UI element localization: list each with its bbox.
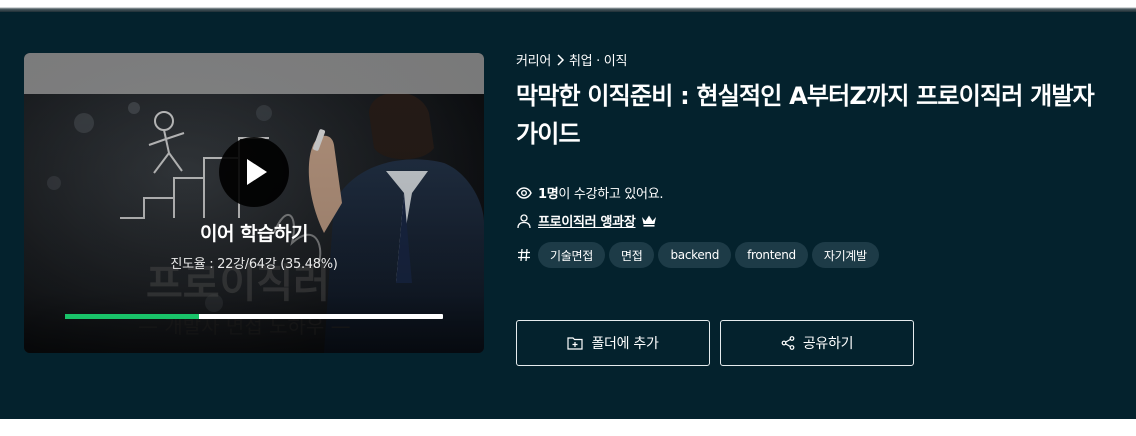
- add-to-folder-button[interactable]: 폴더에 추가: [516, 320, 710, 366]
- page-below: [0, 419, 1136, 436]
- progress-bar: [65, 314, 443, 319]
- share-button[interactable]: 공유하기: [720, 320, 914, 366]
- author-info: 프로이직러 앵과장: [516, 211, 657, 230]
- folder-plus-icon: [567, 337, 584, 350]
- video-thumbnail[interactable]: 프로이직러 — 개발자 면접 노하우 — 이어 학습하기 진도율 : 22강/6…: [24, 53, 484, 353]
- eye-icon: [516, 185, 532, 201]
- tag-item[interactable]: backend: [658, 242, 732, 268]
- user-icon: [516, 213, 532, 229]
- author-link[interactable]: 프로이직러 앵과장: [538, 211, 636, 230]
- enrollment-suffix: 이 수강하고 있어요.: [558, 187, 664, 202]
- add-to-folder-label: 폴더에 추가: [591, 336, 659, 352]
- tag-list: 기술면접 면접 backend frontend 자기계발: [516, 242, 879, 268]
- share-icon: [781, 336, 795, 350]
- continue-learning-label[interactable]: 이어 학습하기: [24, 219, 484, 246]
- play-icon: [247, 159, 267, 185]
- breadcrumb: 커리어 취업 · 이직: [516, 50, 627, 69]
- breadcrumb-category[interactable]: 커리어: [516, 50, 551, 69]
- enrollment-info: 1명 이 수강하고 있어요.: [516, 183, 663, 202]
- progress-bar-fill: [65, 314, 200, 319]
- play-button[interactable]: [219, 137, 289, 207]
- breadcrumb-subcategory[interactable]: 취업 · 이직: [569, 50, 627, 69]
- tag-item[interactable]: frontend: [735, 242, 808, 268]
- top-border: [0, 0, 1136, 12]
- tag-item[interactable]: 자기계발: [811, 242, 879, 268]
- course-title: 막막한 이직준비 : 현실적인 A부터Z까지 프로이직러 개발자 가이드: [516, 82, 1095, 148]
- tag-item[interactable]: 기술면접: [538, 242, 605, 268]
- chevron-right-icon: [555, 53, 565, 66]
- enrollment-count: 1명: [538, 187, 559, 202]
- progress-text: 진도율 : 22강/64강 (35.48%): [170, 257, 338, 272]
- share-label: 공유하기: [802, 336, 854, 352]
- crown-icon: [641, 214, 657, 227]
- tag-item[interactable]: 면접: [608, 242, 655, 268]
- hashtag-icon: [516, 247, 532, 263]
